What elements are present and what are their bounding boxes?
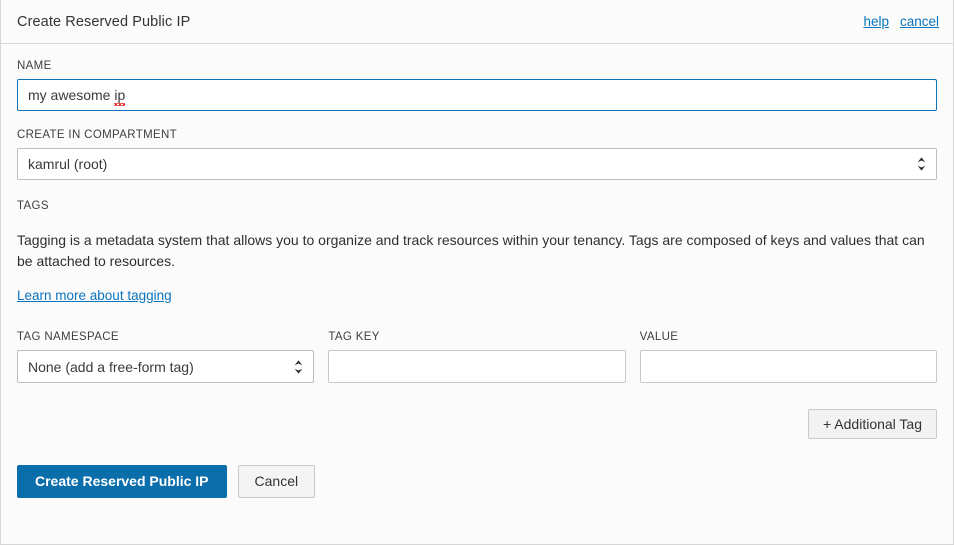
- tag-row: TAG NAMESPACE None (add a free-form tag)…: [17, 330, 937, 383]
- compartment-select-wrap: kamrul (root): [17, 148, 937, 180]
- tags-description: Tagging is a metadata system that allows…: [17, 232, 925, 269]
- name-label: NAME: [17, 60, 52, 72]
- tag-namespace-group: TAG NAMESPACE None (add a free-form tag): [17, 330, 315, 383]
- additional-tag-button[interactable]: + Additional Tag: [808, 409, 937, 439]
- learn-more-about-tagging-link[interactable]: Learn more about tagging: [17, 288, 172, 303]
- help-link[interactable]: help: [863, 14, 889, 29]
- form-body: NAME my awesome ip CREATE IN COMPARTMENT…: [1, 44, 953, 498]
- tag-key-input[interactable]: [328, 350, 626, 383]
- tag-value-group: VALUE: [639, 330, 937, 383]
- compartment-label: CREATE IN COMPARTMENT: [17, 129, 178, 141]
- tags-section: TAGS Tagging is a metadata system that a…: [17, 180, 937, 305]
- tag-namespace-select-wrap: None (add a free-form tag): [17, 350, 315, 383]
- tag-namespace-label: TAG NAMESPACE: [17, 331, 119, 343]
- create-reserved-public-ip-dialog: Create Reserved Public IP help cancel NA…: [0, 0, 954, 545]
- dialog-header: Create Reserved Public IP help cancel: [1, 0, 953, 44]
- name-input-value-misspelled: ip: [114, 87, 126, 106]
- dialog-actions: Create Reserved Public IP Cancel: [17, 465, 937, 498]
- name-input-value-head: my awesome: [28, 87, 115, 103]
- page-title: Create Reserved Public IP: [17, 13, 191, 30]
- name-input-value: my awesome ip: [28, 87, 126, 106]
- name-input[interactable]: my awesome ip: [17, 79, 937, 111]
- name-field-group: NAME my awesome ip: [17, 44, 937, 111]
- tag-namespace-select[interactable]: None (add a free-form tag): [17, 350, 315, 383]
- tag-value-label: VALUE: [639, 331, 679, 343]
- tags-label: TAGS: [17, 200, 49, 212]
- compartment-select[interactable]: kamrul (root): [17, 148, 937, 180]
- tag-key-group: TAG KEY: [328, 330, 626, 383]
- additional-tag-row: + Additional Tag: [17, 409, 937, 439]
- compartment-field-group: CREATE IN COMPARTMENT kamrul (root): [17, 111, 937, 180]
- header-links: help cancel: [863, 14, 939, 29]
- cancel-link[interactable]: cancel: [900, 14, 939, 29]
- tag-key-label: TAG KEY: [328, 331, 380, 343]
- cancel-button[interactable]: Cancel: [237, 465, 316, 498]
- create-reserved-public-ip-button[interactable]: Create Reserved Public IP: [17, 465, 227, 498]
- tag-value-input[interactable]: [639, 350, 937, 383]
